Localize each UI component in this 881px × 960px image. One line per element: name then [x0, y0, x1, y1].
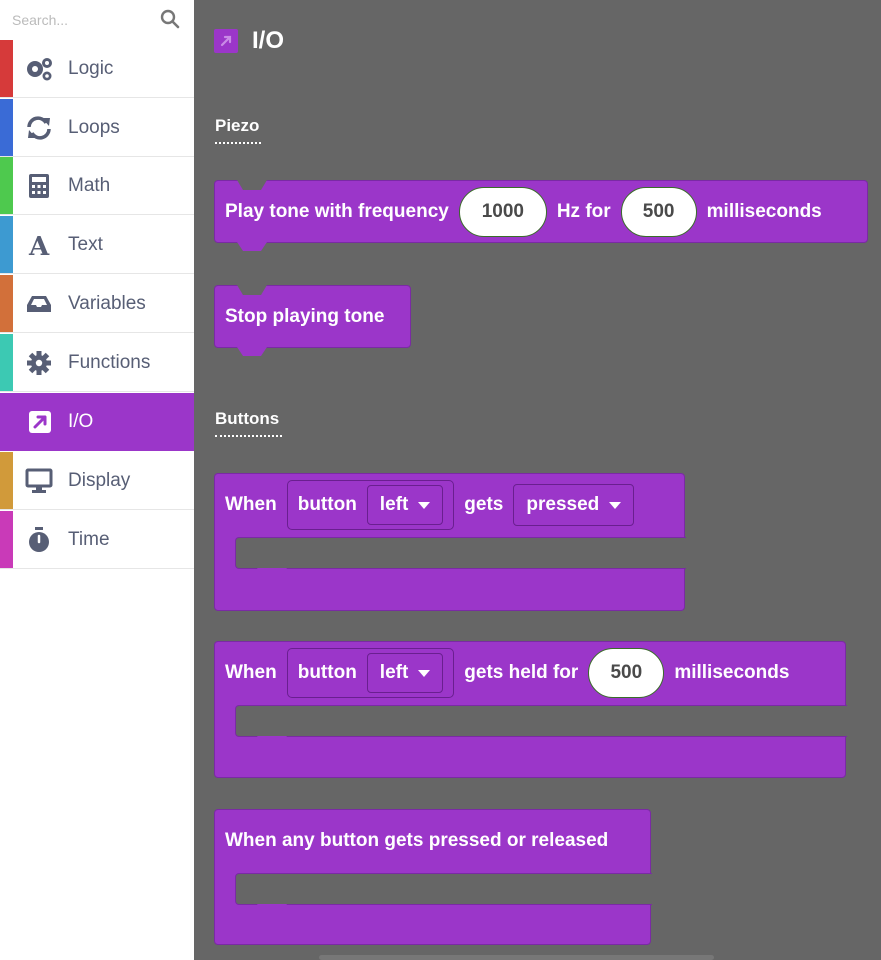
section-label: Piezo [215, 116, 260, 135]
category-label: Text [68, 234, 103, 255]
category-variables[interactable]: Variables [0, 275, 194, 333]
block-row: When any button gets pressed or released [225, 816, 608, 866]
block-connector [237, 347, 267, 356]
frequency-input[interactable]: 1000 [458, 187, 547, 237]
block-connector [237, 242, 267, 251]
category-color-stripe [0, 99, 13, 156]
search-bar [0, 0, 194, 40]
block-text: milliseconds [674, 662, 790, 683]
gear-icon [27, 351, 51, 375]
stopwatch-icon [29, 527, 49, 552]
block-text: Play tone with frequency [225, 201, 449, 222]
caret-down-icon [418, 501, 431, 509]
dropdown-value: pressed [526, 494, 600, 515]
button-side-dropdown[interactable]: left [366, 485, 444, 525]
category-functions[interactable]: Functions [0, 334, 194, 392]
category-color-stripe [0, 334, 13, 391]
external-link-icon [29, 411, 51, 433]
monitor-icon [25, 468, 53, 493]
category-logic[interactable]: Logic [0, 40, 194, 98]
refresh-icon [27, 116, 51, 140]
block-text: When [225, 662, 277, 683]
section-label: Buttons [215, 409, 280, 428]
category-label: I/O [68, 411, 94, 432]
play-tone-block[interactable]: Play tone with frequency 1000 Hz for 500… [214, 180, 868, 251]
section-underline [215, 142, 261, 144]
block-row: When button left gets held for 500 milli… [225, 648, 789, 698]
category-label: Logic [68, 58, 114, 79]
category-display[interactable]: Display [0, 452, 194, 510]
inbox-icon [27, 296, 51, 312]
statement-slot[interactable] [235, 537, 686, 569]
category-color-stripe [0, 216, 13, 273]
category-label: Functions [68, 352, 151, 373]
duration-input[interactable]: 500 [620, 187, 697, 237]
block-text: milliseconds [706, 201, 822, 222]
block-text: When any button gets pressed or released [225, 830, 609, 851]
caret-down-icon [418, 669, 431, 677]
category-color-stripe [0, 275, 13, 332]
statement-slot[interactable] [235, 705, 847, 737]
when-button-held-block[interactable]: When button left gets held for 500 milli… [214, 641, 847, 778]
horizontal-scrollbar[interactable] [319, 955, 714, 960]
section-underline [215, 435, 282, 437]
block-row: Play tone with frequency 1000 Hz for 500… [225, 187, 822, 237]
category-label: Variables [68, 293, 146, 314]
category-label: Time [68, 529, 110, 550]
category-sidebar: Logic Loops Math A Text [0, 0, 194, 960]
letter-a-icon: A [28, 232, 50, 258]
block-text: gets held for [464, 662, 579, 683]
statement-slot[interactable] [235, 873, 652, 905]
block-text: When [225, 494, 277, 515]
block-connector [257, 568, 287, 577]
any-button-block[interactable]: When any button gets pressed or released [214, 809, 652, 945]
block-text: Stop playing tone [225, 306, 385, 327]
search-icon[interactable] [160, 9, 180, 29]
block-text: button [297, 662, 357, 683]
block-row: Stop playing tone [225, 292, 384, 342]
category-label: Math [68, 175, 111, 196]
block-connector [257, 904, 287, 913]
dropdown-value: left [379, 662, 409, 683]
workspace-title-text: I/O [252, 27, 285, 54]
when-button-pressed-block[interactable]: When button left gets pressed [214, 473, 686, 611]
section-buttons: Buttons [215, 409, 282, 437]
category-color-stripe [0, 40, 13, 97]
svg-text:A: A [28, 232, 50, 258]
block-text: gets [464, 494, 504, 515]
category-color-stripe [0, 511, 13, 568]
search-input[interactable] [12, 10, 152, 30]
section-piezo: Piezo [215, 116, 261, 144]
caret-down-icon [609, 501, 622, 509]
workspace-title: I/O [214, 26, 284, 56]
hold-duration-input[interactable]: 500 [588, 648, 665, 698]
io-category-icon [214, 29, 238, 53]
button-state-dropdown[interactable]: pressed [513, 484, 635, 526]
category-label: Display [68, 470, 131, 491]
block-row: When button left gets pressed [225, 480, 635, 530]
button-selector: button left [286, 480, 455, 530]
block-connector [257, 736, 287, 745]
dropdown-value: left [379, 494, 409, 515]
category-io[interactable]: I/O [0, 393, 194, 451]
stop-tone-block[interactable]: Stop playing tone [214, 285, 411, 356]
category-color-stripe [0, 393, 13, 450]
block-text: button [297, 494, 357, 515]
button-selector: button left [286, 648, 455, 698]
block-text: Hz for [556, 201, 611, 222]
category-loops[interactable]: Loops [0, 99, 194, 157]
category-color-stripe [0, 157, 13, 214]
category-text[interactable]: A Text [0, 216, 194, 274]
calculator-icon [29, 174, 49, 198]
category-time[interactable]: Time [0, 511, 194, 569]
category-label: Loops [68, 117, 120, 138]
category-color-stripe [0, 452, 13, 509]
button-side-dropdown[interactable]: left [366, 653, 444, 693]
gears-icon [27, 58, 52, 81]
blocks-workspace[interactable]: I/O Piezo Play tone with frequency 1000 … [194, 0, 881, 960]
category-math[interactable]: Math [0, 157, 194, 215]
